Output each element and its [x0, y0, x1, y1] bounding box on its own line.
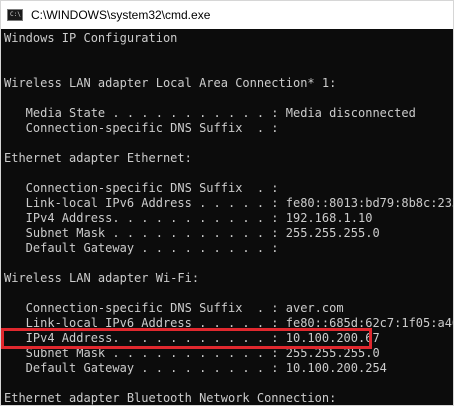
console-line: Subnet Mask . . . . . . . . . . . : 255.…: [4, 226, 380, 240]
console-output[interactable]: Windows IP Configuration Wireless LAN ad…: [1, 29, 454, 405]
window-title: C:\WINDOWS\system32\cmd.exe: [31, 8, 211, 22]
cmd-window: C:\ C:\WINDOWS\system32\cmd.exe Windows …: [0, 0, 454, 406]
console-line: Connection-specific DNS Suffix . :: [4, 181, 279, 195]
console-line: IPv4 Address. . . . . . . . . . . : 192.…: [4, 211, 373, 225]
console-line: Ethernet adapter Bluetooth Network Conne…: [4, 391, 337, 405]
console-line: Windows IP Configuration: [4, 31, 178, 45]
console-line: Ethernet adapter Ethernet:: [4, 151, 192, 165]
title-bar[interactable]: C:\ C:\WINDOWS\system32\cmd.exe: [1, 1, 453, 29]
console-line: Connection-specific DNS Suffix . : aver.…: [4, 301, 344, 315]
cmd-icon-label: C:\: [10, 11, 21, 18]
console-line: Wireless LAN adapter Local Area Connecti…: [4, 76, 337, 90]
console-line: Wireless LAN adapter Wi-Fi:: [4, 271, 200, 285]
console-line: Link-local IPv6 Address . . . . . : fe80…: [4, 196, 454, 210]
console-line: Media State . . . . . . . . . . . : Medi…: [4, 106, 416, 120]
console-line: Default Gateway . . . . . . . . . : 10.1…: [4, 361, 387, 375]
ipv4-highlight-box: [1, 328, 372, 349]
console-line: Default Gateway . . . . . . . . . :: [4, 241, 279, 255]
cmd-icon: C:\: [7, 9, 23, 21]
console-line: Connection-specific DNS Suffix . :: [4, 121, 279, 135]
